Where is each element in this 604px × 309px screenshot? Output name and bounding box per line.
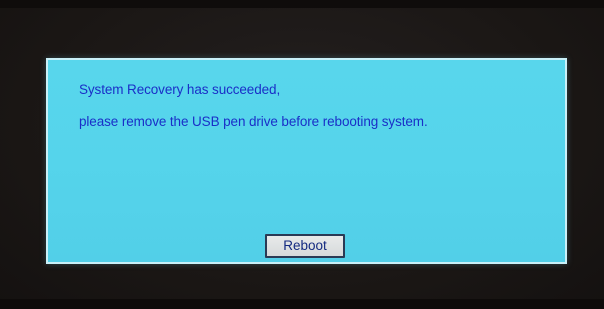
monitor-screen: System Recovery has succeeded, please re…: [0, 0, 604, 309]
message-line-success: System Recovery has succeeded,: [79, 82, 281, 97]
recovery-dialog: System Recovery has succeeded, please re…: [46, 58, 567, 264]
message-line-instruction: please remove the USB pen drive before r…: [79, 114, 428, 129]
monitor-bezel-top: [0, 0, 604, 8]
reboot-button[interactable]: Reboot: [265, 234, 345, 258]
monitor-bezel-bottom: [0, 299, 604, 309]
recovery-message: System Recovery has succeeded, please re…: [79, 74, 549, 138]
